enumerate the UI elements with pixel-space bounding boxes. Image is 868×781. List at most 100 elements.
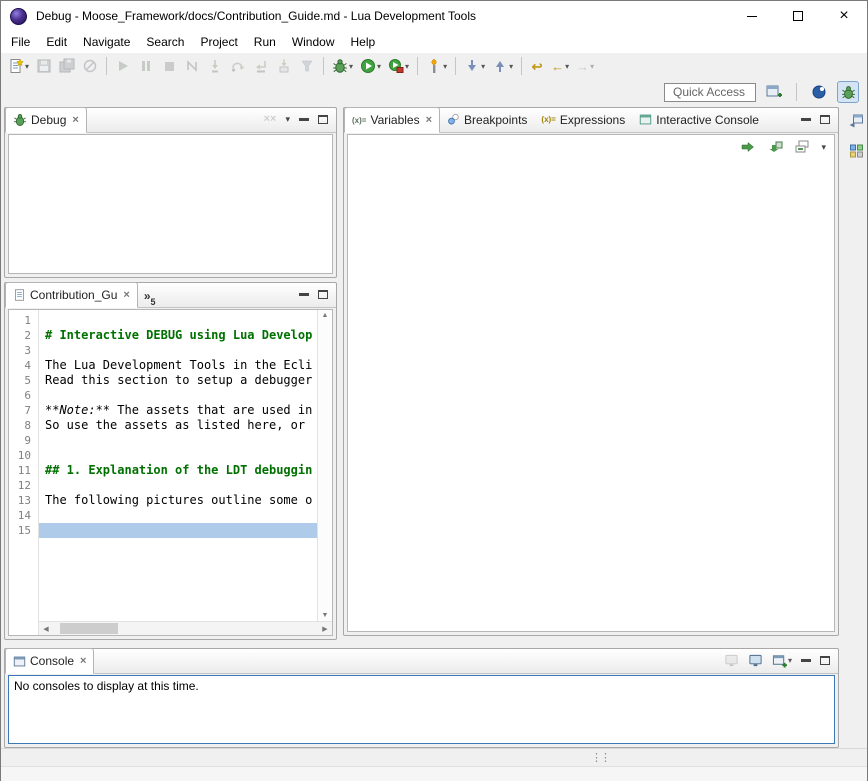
open-perspective-button[interactable] <box>763 81 785 103</box>
scroll-down-icon[interactable]: ▼ <box>322 612 329 619</box>
clear-console-button[interactable] <box>724 653 739 668</box>
sash-grip[interactable]: ⋮⋮ <box>591 751 609 764</box>
quick-access-input[interactable]: Quick Access <box>664 83 756 102</box>
maximize-view-icon[interactable] <box>318 290 328 299</box>
show-logical-structure-icon[interactable] <box>740 139 756 155</box>
disconnect-icon <box>184 58 200 74</box>
scroll-up-icon[interactable]: ▲ <box>322 312 329 319</box>
previous-annotation-button[interactable]: ▾ <box>489 55 516 77</box>
line-number: 12 <box>9 478 38 493</box>
tab-variables[interactable]: (x)= Variables × <box>344 107 440 133</box>
step-filters-icon <box>299 58 315 74</box>
next-annotation-button[interactable]: ▾ <box>461 55 488 77</box>
minimize-view-icon[interactable] <box>299 118 309 121</box>
drop-to-frame-button[interactable] <box>273 55 295 77</box>
tab-breakpoints-label: Breakpoints <box>464 113 527 127</box>
resume-button[interactable] <box>112 55 134 77</box>
suspend-button[interactable] <box>135 55 157 77</box>
tab-breakpoints[interactable]: Breakpoints <box>440 107 534 132</box>
tab-contribution-guide[interactable]: Contribution_Gu × <box>5 282 138 308</box>
editor-vertical-scrollbar[interactable]: ▲ ▼ <box>317 310 332 621</box>
quick-access-row: Quick Access <box>1 79 867 105</box>
minimize-view-icon[interactable] <box>801 659 811 662</box>
caret-icon: ▾ <box>590 62 594 71</box>
outline-view-icon[interactable] <box>848 143 865 159</box>
run-button[interactable]: ▾ <box>357 55 384 77</box>
open-torch-search-button[interactable]: ▾ <box>423 55 450 77</box>
editor-text-area[interactable]: # Interactive DEBUG using Lua Develop Th… <box>39 310 317 621</box>
view-menu-icon[interactable]: ▾ <box>821 142 826 153</box>
external-tools-button[interactable]: ▾ <box>385 55 412 77</box>
scrollbar-track[interactable] <box>53 622 318 635</box>
minimize-view-icon[interactable] <box>801 118 811 121</box>
remove-all-terminated-icon[interactable]: ×× <box>264 114 277 125</box>
hidden-editors-chevron[interactable]: » 5 <box>144 289 156 307</box>
minimize-view-icon[interactable] <box>299 293 309 296</box>
last-edit-location-button[interactable]: ↩ <box>527 55 547 77</box>
titlebar: Debug - Moose_Framework/docs/Contributio… <box>1 1 867 31</box>
maximize-view-icon[interactable] <box>820 656 830 665</box>
line-number: 11 <box>9 463 38 478</box>
tab-expressions[interactable]: (x)= Expressions <box>534 107 632 132</box>
forward-button[interactable]: → ▾ <box>573 55 597 77</box>
close-tab-icon[interactable]: × <box>123 289 129 301</box>
scroll-right-icon[interactable]: ▶ <box>318 625 332 633</box>
menu-navigate[interactable]: Navigate <box>75 32 138 52</box>
tab-debug[interactable]: Debug × <box>5 107 87 133</box>
caret-icon: ▾ <box>443 62 447 71</box>
new-wizard-button[interactable]: ▾ <box>5 55 32 77</box>
maximize-window-button[interactable] <box>775 1 821 31</box>
menu-edit[interactable]: Edit <box>38 32 75 52</box>
maximize-view-icon[interactable] <box>318 115 328 124</box>
display-selected-console-button[interactable] <box>748 653 763 668</box>
view-menu-icon[interactable]: ▾ <box>285 114 290 125</box>
menu-run[interactable]: Run <box>246 32 284 52</box>
use-step-filters-button[interactable] <box>296 55 318 77</box>
lua-perspective-button[interactable] <box>808 81 830 103</box>
tab-console[interactable]: Console × <box>5 648 94 674</box>
close-window-button[interactable]: × <box>821 1 867 31</box>
code-line: The Lua Development Tools in the Ecli <box>39 358 317 373</box>
variables-content[interactable] <box>347 134 835 632</box>
step-over-button[interactable] <box>227 55 249 77</box>
debug-perspective-button[interactable] <box>837 81 859 103</box>
scrollbar-thumb[interactable] <box>60 623 118 634</box>
save-all-button[interactable] <box>56 55 78 77</box>
close-tab-icon[interactable]: × <box>426 114 432 126</box>
debug-button[interactable]: ▾ <box>329 55 356 77</box>
terminate-button[interactable] <box>158 55 180 77</box>
app-icon <box>10 8 27 25</box>
menu-search[interactable]: Search <box>138 32 192 52</box>
collapse-all-icon[interactable] <box>794 139 810 155</box>
back-button[interactable]: ← ▾ <box>548 55 572 77</box>
drop-to-frame-icon <box>276 58 292 74</box>
restore-view-icon[interactable] <box>848 113 865 129</box>
menu-project[interactable]: Project <box>192 32 245 52</box>
step-return-button[interactable] <box>250 55 272 77</box>
disconnect-button[interactable] <box>181 55 203 77</box>
toolbar-separator <box>417 57 418 75</box>
step-into-button[interactable] <box>204 55 226 77</box>
scroll-left-icon[interactable]: ◀ <box>39 625 53 633</box>
console-content[interactable]: No consoles to display at this time. <box>8 675 835 744</box>
tab-interactive-console[interactable]: Interactive Console <box>632 107 766 132</box>
line-number-ruler[interactable]: 1 2 3 4 5 6 7 8 9 10 11 12 13 14 15 <box>9 310 39 635</box>
code-line-heading: # Interactive DEBUG using Lua Develop <box>39 328 317 343</box>
line-number: 14 <box>9 508 38 523</box>
open-console-button[interactable]: ▾ <box>772 653 792 668</box>
minimize-window-button[interactable] <box>729 1 775 31</box>
show-type-names-icon[interactable] <box>767 139 783 155</box>
variables-view: (x)= Variables × Breakpoints (x)= Expres… <box>343 107 839 636</box>
maximize-icon <box>793 11 803 21</box>
editor-horizontal-scrollbar[interactable]: ◀ ▶ <box>39 621 332 635</box>
menu-help[interactable]: Help <box>343 32 384 52</box>
debug-view-content[interactable] <box>8 134 333 274</box>
menu-window[interactable]: Window <box>284 32 343 52</box>
skip-all-breakpoints-button[interactable] <box>79 55 101 77</box>
caret-icon: ▾ <box>25 62 29 71</box>
maximize-view-icon[interactable] <box>820 115 830 124</box>
close-tab-icon[interactable]: × <box>72 114 78 126</box>
close-tab-icon[interactable]: × <box>80 655 86 667</box>
menu-file[interactable]: File <box>3 32 38 52</box>
save-button[interactable] <box>33 55 55 77</box>
